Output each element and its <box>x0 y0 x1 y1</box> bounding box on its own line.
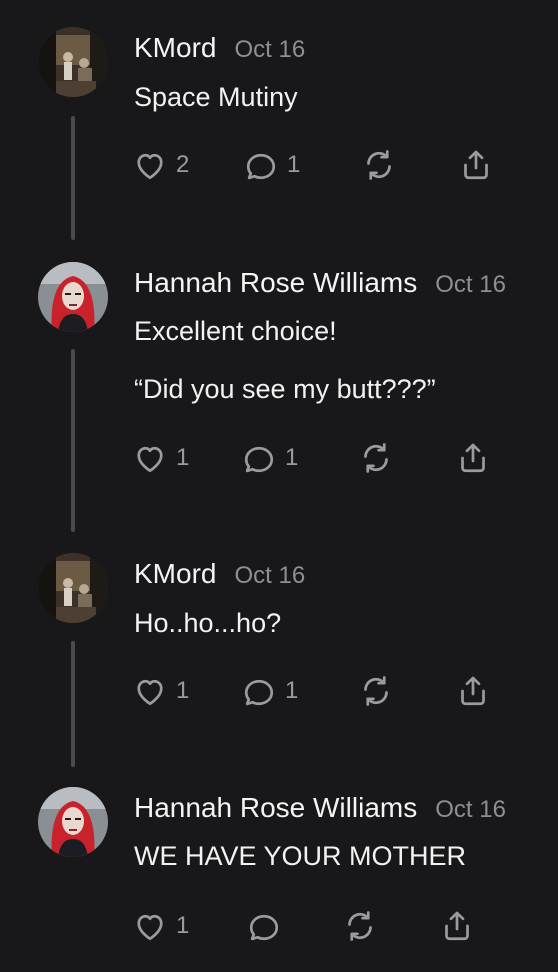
reply-button[interactable]: 1 <box>243 143 300 187</box>
reply-count: 1 <box>287 151 301 178</box>
share-icon <box>464 150 488 180</box>
share-icon <box>461 443 485 473</box>
heart-icon <box>137 153 163 180</box>
avatar-kmord-image <box>38 553 108 623</box>
avatar[interactable] <box>38 262 108 332</box>
speech-bubble-icon <box>244 446 274 473</box>
heart-icon <box>137 914 163 941</box>
post-date: Oct 16 <box>234 562 306 589</box>
speech-bubble-icon <box>246 153 276 180</box>
post-date: Oct 16 <box>435 271 506 298</box>
speech-bubble-icon <box>244 679 274 706</box>
like-button[interactable]: 1 <box>132 669 189 713</box>
like-count: 1 <box>176 912 190 939</box>
post-text: Ho..ho...ho? <box>134 608 282 638</box>
like-count: 1 <box>176 677 190 704</box>
like-button[interactable]: 1 <box>132 436 189 480</box>
like-count: 2 <box>176 151 190 178</box>
repost-button[interactable] <box>358 669 394 713</box>
action-bar: 1 1 <box>0 669 558 713</box>
action-bar: 2 1 <box>0 143 558 187</box>
heart-icon <box>137 679 163 706</box>
repost-button[interactable] <box>342 904 378 948</box>
like-button[interactable]: 1 <box>132 904 189 948</box>
like-button[interactable]: 2 <box>132 143 189 187</box>
avatar-hannah-image <box>38 262 108 332</box>
author-name[interactable]: KMord <box>134 558 216 589</box>
action-bar: 1 1 <box>0 436 558 480</box>
post-header: Hannah Rose Williams Oct 16 <box>134 791 506 827</box>
avatar[interactable] <box>38 553 108 623</box>
post-header: KMord Oct 16 <box>134 31 305 67</box>
like-count: 1 <box>176 444 190 471</box>
reply-button[interactable]: 1 <box>241 669 298 713</box>
repost-button[interactable] <box>358 436 394 480</box>
share-button[interactable] <box>458 143 494 187</box>
post-header: KMord Oct 16 <box>134 557 305 593</box>
heart-icon <box>137 446 163 473</box>
author-name[interactable]: Hannah Rose Williams <box>134 792 417 823</box>
post-date: Oct 16 <box>234 36 306 63</box>
post-date: Oct 16 <box>435 796 506 823</box>
share-button[interactable] <box>439 904 475 948</box>
repost-arrows-icon <box>348 911 372 941</box>
reply-count: 1 <box>285 677 299 704</box>
post-text: Excellent choice! <box>134 316 337 346</box>
post-header: Hannah Rose Williams Oct 16 <box>134 266 506 302</box>
avatar[interactable] <box>38 27 108 97</box>
post-text: WE HAVE YOUR MOTHER <box>134 841 467 871</box>
repost-button[interactable] <box>361 143 397 187</box>
post-text: Space Mutiny <box>134 82 298 112</box>
repost-arrows-icon <box>364 443 388 473</box>
repost-arrows-icon <box>364 676 388 706</box>
author-name[interactable]: KMord <box>134 32 216 63</box>
speech-bubble-icon <box>249 914 279 941</box>
share-button[interactable] <box>455 436 491 480</box>
share-icon <box>445 911 469 941</box>
repost-arrows-icon <box>367 150 391 180</box>
share-button[interactable] <box>455 669 491 713</box>
avatar-kmord-image <box>38 27 108 97</box>
post-text: “Did you see my butt???” <box>134 374 436 404</box>
share-icon <box>461 676 485 706</box>
author-name[interactable]: Hannah Rose Williams <box>134 267 417 298</box>
avatar-hannah-image <box>38 787 108 857</box>
reply-button[interactable]: 1 <box>241 436 298 480</box>
action-bar: 1 <box>0 904 558 948</box>
reply-button[interactable] <box>246 904 282 948</box>
avatar[interactable] <box>38 787 108 857</box>
reply-count: 1 <box>285 444 299 471</box>
